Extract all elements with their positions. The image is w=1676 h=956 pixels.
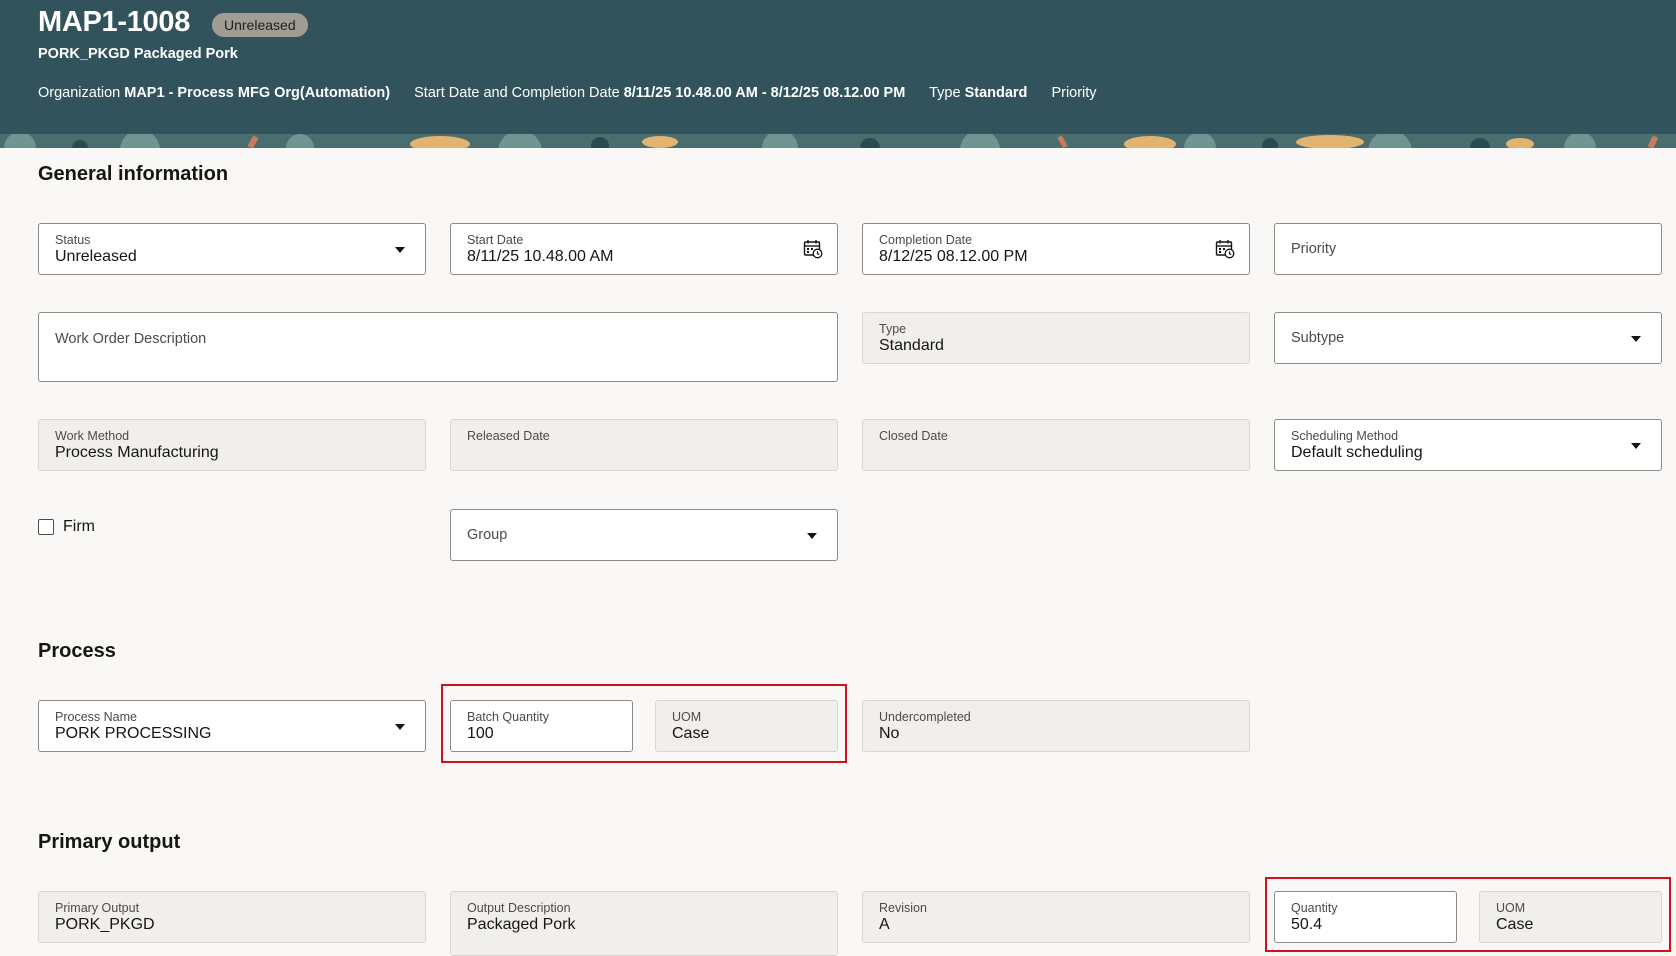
start-date-label: Start Date <box>467 233 524 247</box>
released-date-field: Released Date <box>450 419 838 471</box>
scheduling-method-label: Scheduling Method <box>1291 429 1399 443</box>
section-primary-output: Primary output <box>38 831 181 853</box>
meta-priority-label: Priority <box>1051 85 1097 101</box>
header-meta: Organization MAP1 - Process MFG Org(Auto… <box>38 85 1117 101</box>
start-date-field[interactable]: Start Date 8/11/25 10.48.00 AM <box>450 223 838 275</box>
batch-quantity-value: 100 <box>467 725 494 742</box>
closed-date-label: Closed Date <box>879 429 948 443</box>
status-label: Status <box>55 233 91 247</box>
calendar-icon[interactable] <box>803 239 823 259</box>
chevron-down-icon[interactable] <box>1631 443 1641 449</box>
batch-uom-value: Case <box>672 725 710 742</box>
output-quantity-input[interactable]: Quantity 50.4 <box>1274 891 1457 943</box>
work-method-label: Work Method <box>55 429 130 443</box>
firm-checkbox[interactable] <box>38 519 54 535</box>
start-date-value: 8/11/25 10.48.00 AM <box>467 248 614 265</box>
output-description-value: Packaged Pork <box>467 916 576 933</box>
undercompleted-value: No <box>879 725 900 742</box>
section-general-information: General information <box>38 163 229 185</box>
firm-label: Firm <box>63 518 95 535</box>
batch-uom-field: UOM Case <box>655 700 838 752</box>
output-uom-field: UOM Case <box>1479 891 1662 943</box>
chevron-down-icon[interactable] <box>395 247 405 253</box>
page-header: MAP1-1008 Unreleased PORK_PKGD Packaged … <box>0 0 1676 148</box>
revision-label: Revision <box>879 901 927 915</box>
process-name-select[interactable]: Process Name PORK PROCESSING <box>38 700 426 752</box>
chevron-down-icon[interactable] <box>1631 336 1641 342</box>
batch-uom-label: UOM <box>672 710 702 724</box>
meta-dates-label: Start Date and Completion Date <box>414 85 620 101</box>
scheduling-method-value: Default scheduling <box>1291 444 1423 461</box>
revision-field: Revision A <box>862 891 1250 943</box>
work-method-value: Process Manufacturing <box>55 444 219 461</box>
output-uom-value: Case <box>1496 916 1534 933</box>
decorative-banner <box>0 134 1676 148</box>
meta-dates-value: 8/11/25 10.48.00 AM - 8/12/25 08.12.00 P… <box>623 85 906 101</box>
process-name-label: Process Name <box>55 710 137 724</box>
chevron-down-icon[interactable] <box>395 724 405 730</box>
output-quantity-label: Quantity <box>1291 901 1338 915</box>
status-value: Unreleased <box>55 248 137 265</box>
scheduling-method-select[interactable]: Scheduling Method Default scheduling <box>1274 419 1662 471</box>
primary-output-value: PORK_PKGD <box>55 916 155 933</box>
type-field: Type Standard <box>862 312 1250 364</box>
work-order-description-placeholder: Work Order Description <box>55 331 207 347</box>
closed-date-field: Closed Date <box>862 419 1250 471</box>
status-select[interactable]: Status Unreleased <box>38 223 426 275</box>
type-value: Standard <box>879 337 944 354</box>
work-order-description-input[interactable]: Work Order Description <box>38 312 838 382</box>
subtype-placeholder: Subtype <box>1291 330 1345 346</box>
calendar-icon[interactable] <box>1215 239 1235 259</box>
type-label: Type <box>879 322 907 336</box>
batch-quantity-input[interactable]: Batch Quantity 100 <box>450 700 633 752</box>
output-description-field: Output Description Packaged Pork <box>450 891 838 956</box>
work-order-subtitle: PORK_PKGD Packaged Pork <box>38 46 238 62</box>
undercompleted-field: Undercompleted No <box>862 700 1250 752</box>
group-placeholder: Group <box>467 527 508 543</box>
section-process: Process <box>38 640 116 662</box>
completion-date-label: Completion Date <box>879 233 973 247</box>
completion-date-field[interactable]: Completion Date 8/12/25 08.12.00 PM <box>862 223 1250 275</box>
meta-org-label: Organization <box>38 85 121 101</box>
meta-type-label: Type <box>929 85 961 101</box>
status-badge: Unreleased <box>212 13 308 37</box>
batch-quantity-label: Batch Quantity <box>467 710 549 724</box>
undercompleted-label: Undercompleted <box>879 710 971 724</box>
primary-output-label: Primary Output <box>55 901 140 915</box>
output-uom-label: UOM <box>1496 901 1526 915</box>
firm-checkbox-row[interactable]: Firm <box>38 518 95 536</box>
priority-input[interactable]: Priority <box>1274 223 1662 275</box>
meta-dates: Start Date and Completion Date 8/11/25 1… <box>414 85 905 101</box>
meta-type: Type Standard <box>929 85 1027 101</box>
revision-value: A <box>879 916 890 933</box>
meta-type-value: Standard <box>964 85 1028 101</box>
primary-output-field: Primary Output PORK_PKGD <box>38 891 426 943</box>
output-quantity-value: 50.4 <box>1291 916 1323 933</box>
chevron-down-icon[interactable] <box>807 533 817 539</box>
meta-priority: Priority <box>1051 85 1096 101</box>
completion-date-value: 8/12/25 08.12.00 PM <box>879 248 1028 265</box>
released-date-label: Released Date <box>467 429 550 443</box>
output-description-label: Output Description <box>467 901 571 915</box>
work-order-title: MAP1-1008 <box>38 6 191 38</box>
priority-placeholder: Priority <box>1291 241 1337 257</box>
meta-organization: Organization MAP1 - Process MFG Org(Auto… <box>38 85 390 101</box>
work-method-field: Work Method Process Manufacturing <box>38 419 426 471</box>
group-select[interactable]: Group <box>450 509 838 561</box>
process-name-value: PORK PROCESSING <box>55 725 212 742</box>
subtype-select[interactable]: Subtype <box>1274 312 1662 364</box>
meta-org-value: MAP1 - Process MFG Org(Automation) <box>124 85 391 101</box>
